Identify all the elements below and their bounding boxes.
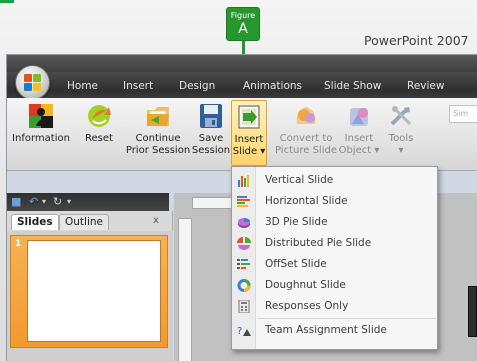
svg-text:?: ? [237, 326, 242, 337]
3d-pie-icon [238, 218, 250, 228]
menu-item-3d-pie-slide[interactable]: 3D Pie Slide [232, 212, 438, 233]
menu-separator [258, 318, 436, 319]
insert-object-icon [350, 108, 368, 126]
slide-label: Slide ▾ [232, 146, 266, 157]
side-panel-edge [468, 286, 477, 337]
horizontal-ruler [192, 197, 232, 209]
corner-mark [0, 0, 14, 3]
save-icon[interactable]: ■ [11, 195, 21, 208]
horizontal-bars-icon [237, 196, 250, 207]
information-icon [29, 104, 53, 128]
menu-item-horizontal-slide[interactable]: Horizontal Slide [232, 191, 438, 212]
quick-access-toolbar: ■ ↶ ▾ ↻ ▾ [7, 193, 169, 211]
menu-item-label: Distributed Pie Slide [265, 237, 372, 249]
vertical-bars-icon [238, 175, 249, 187]
menu-item-label: 3D Pie Slide [265, 216, 328, 228]
insert-slide-menu: Vertical Slide Horizontal Slide 3D Pie S… [231, 166, 438, 350]
menu-item-label: Responses Only [265, 300, 349, 312]
slide-thumbnail [27, 240, 161, 342]
slides-panel: Slides Outline x 1 [7, 211, 173, 361]
tab-home[interactable]: Home [67, 80, 98, 92]
tools-icon [390, 106, 412, 126]
redo-icon[interactable]: ↻ [53, 195, 62, 208]
session-label: Session [191, 145, 231, 156]
doughnut-icon [237, 279, 251, 292]
continue-session-icon [147, 107, 169, 126]
menu-item-responses-only[interactable]: Responses Only [232, 296, 438, 317]
menu-item-label: OffSet Slide [265, 258, 327, 270]
team-assignment-icon: ? [237, 326, 251, 337]
menu-item-label: Team Assignment Slide [265, 324, 387, 336]
save-session-icon [200, 104, 222, 128]
tab-slides[interactable]: Slides [11, 214, 59, 230]
convert-picture-slide-button[interactable]: Convert to Picture Slide [273, 102, 339, 157]
figure-callout: Figure A [226, 7, 260, 41]
offset-icon [237, 259, 250, 269]
slide-number: 1 [15, 239, 22, 249]
search-box[interactable]: Sim [449, 105, 477, 123]
insert-object-label-2: Object ▾ [338, 145, 380, 156]
undo-dropdown-icon[interactable]: ▾ [42, 197, 46, 206]
tools-dropdown-icon: ▾ [398, 145, 404, 156]
menu-item-vertical-slide[interactable]: Vertical Slide [232, 170, 438, 191]
continue-prior-session-button[interactable]: Continue Prior Session [121, 102, 195, 157]
ribbon: Information Reset Continue Prior Session [7, 98, 477, 171]
menu-item-team-assignment-slide[interactable]: ? Team Assignment Slide [232, 320, 438, 341]
insert-object-button[interactable]: Insert Object ▾ [337, 102, 381, 157]
undo-icon[interactable]: ↶ [29, 195, 38, 208]
tab-slide-show[interactable]: Slide Show [324, 80, 381, 92]
menu-item-doughnut-slide[interactable]: Doughnut Slide [232, 275, 438, 296]
reset-button[interactable]: Reset [77, 102, 121, 145]
picture-slide-label: Picture Slide [275, 145, 337, 156]
title-bar [7, 55, 477, 72]
menu-item-distributed-pie-slide[interactable]: Distributed Pie Slide [232, 233, 438, 254]
insert-label: Insert [234, 134, 264, 145]
tab-outline[interactable]: Outline [59, 214, 109, 230]
responses-icon [238, 300, 250, 313]
tab-insert[interactable]: Insert [123, 80, 153, 92]
convert-label: Convert to [279, 133, 333, 144]
continue-label: Continue [135, 133, 181, 144]
qat-dropdown-icon[interactable]: ▾ [67, 197, 71, 206]
panel-close-icon[interactable]: x [153, 215, 159, 226]
slide-thumbnails: 1 [7, 231, 173, 361]
figure-letter: A [238, 21, 248, 37]
menu-item-offset-slide[interactable]: OffSet Slide [232, 254, 438, 275]
ribbon-tabs: Home Insert Design Animations Slide Show… [7, 72, 477, 98]
tools-button[interactable]: Tools ▾ [383, 102, 419, 157]
menu-item-label: Horizontal Slide [265, 195, 348, 207]
information-button[interactable]: Information [11, 102, 71, 145]
menu-item-label: Doughnut Slide [265, 279, 346, 291]
reset-icon [88, 105, 111, 127]
prior-session-label: Prior Session [125, 145, 191, 156]
office-button[interactable] [15, 65, 50, 100]
reset-label: Reset [85, 133, 113, 144]
vertical-ruler [178, 218, 192, 361]
tools-label: Tools [388, 133, 414, 144]
insert-slide-icon [238, 105, 260, 129]
office-logo-icon [24, 74, 42, 92]
caption: PowerPoint 2007 [364, 33, 469, 48]
distributed-pie-icon [237, 237, 251, 250]
information-label: Information [12, 133, 70, 144]
insert-object-label-1: Insert [344, 133, 374, 144]
tab-design[interactable]: Design [179, 80, 215, 92]
tab-animations[interactable]: Animations [243, 80, 302, 92]
save-label: Save [198, 133, 224, 144]
tab-review[interactable]: Review [407, 80, 444, 92]
slide-thumbnail-selected[interactable]: 1 [10, 235, 168, 348]
menu-item-label: Vertical Slide [265, 174, 334, 186]
figure-label: Figure [230, 11, 256, 20]
convert-picture-icon [296, 107, 316, 124]
save-session-button[interactable]: Save Session [191, 102, 231, 157]
insert-slide-button[interactable]: Insert Slide ▾ [231, 100, 267, 166]
